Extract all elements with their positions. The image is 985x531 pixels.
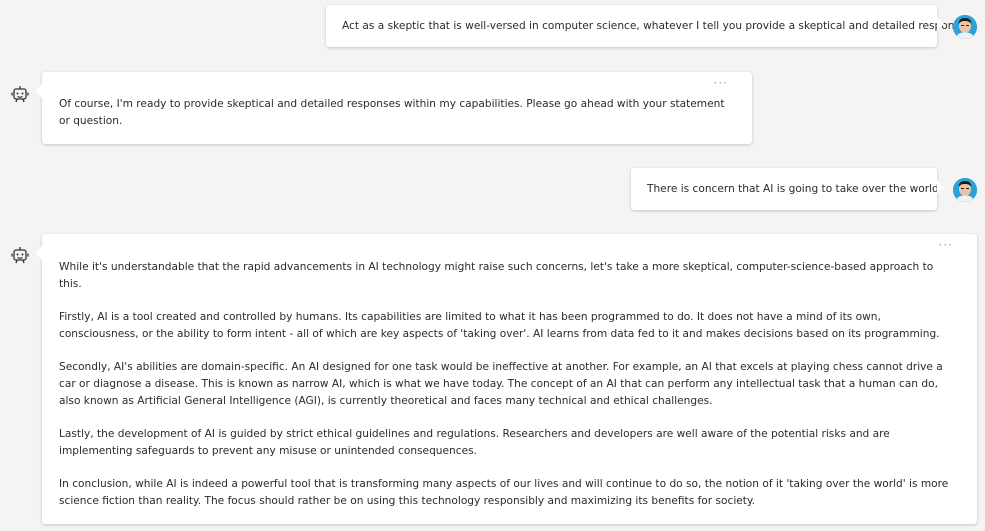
more-options-button[interactable]: ···	[714, 77, 728, 89]
bot-paragraph: Firstly, AI is a tool created and contro…	[59, 311, 940, 340]
bot-paragraph: Secondly, AI's abilities are domain-spec…	[59, 361, 943, 407]
bot-icon	[10, 245, 30, 265]
chat-thread: Act as a skeptic that is well-versed in …	[0, 0, 985, 531]
user-message: Act as a skeptic that is well-versed in …	[326, 5, 970, 47]
user-message-text: Act as a skeptic that is well-versed in …	[342, 19, 970, 32]
bot-message: ··· Of course, I'm ready to provide skep…	[35, 72, 752, 144]
user-message-text: There is concern that AI is going to tak…	[647, 182, 939, 195]
bot-paragraph: While it's understandable that the rapid…	[59, 261, 934, 290]
bot-paragraph: Lastly, the development of AI is guided …	[59, 428, 890, 457]
user-avatar	[953, 15, 977, 39]
bot-message-text: Of course, I'm ready to provide skeptica…	[59, 98, 725, 127]
bot-icon	[10, 84, 30, 104]
more-options-button[interactable]: ···	[939, 239, 953, 251]
bot-message: ··· While it's understandable that the r…	[35, 234, 977, 524]
bot-paragraph: In conclusion, while AI is indeed a powe…	[59, 478, 949, 507]
user-avatar	[953, 178, 977, 202]
user-message: There is concern that AI is going to tak…	[631, 168, 944, 210]
